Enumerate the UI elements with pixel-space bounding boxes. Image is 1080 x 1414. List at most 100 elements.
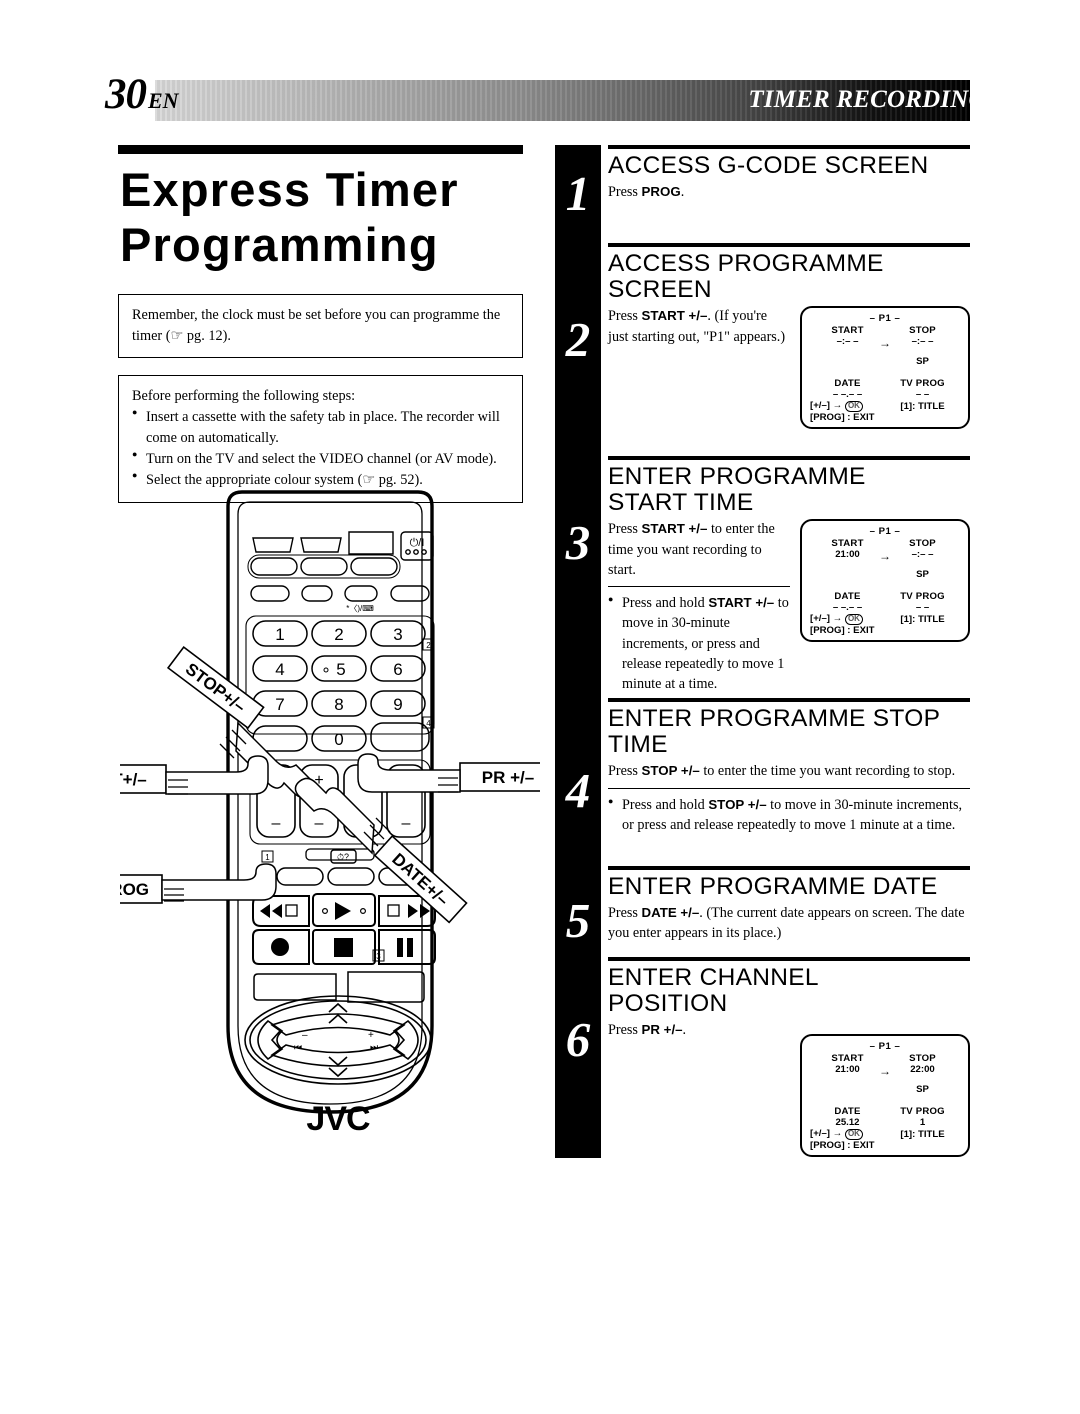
step-body-pre: Press	[608, 1022, 642, 1039]
page-title: Express Timer Programming	[120, 163, 459, 271]
marker-1: 1	[265, 853, 270, 862]
section-title: TIMER RECORDING (cont.)	[748, 86, 1062, 113]
keypad-key-6[interactable]: 6	[393, 660, 402, 679]
step-3: 3 ENTER PROGRAMME START TIME Press START…	[566, 456, 970, 694]
start-value: 21:00	[835, 549, 860, 561]
stop-icon	[334, 938, 353, 957]
tvprog-label: TV PROG	[900, 1106, 945, 1118]
play-icon	[335, 902, 351, 920]
speed-value: SP	[916, 356, 929, 368]
wide-button-row	[253, 971, 425, 1003]
step-body-key: DATE +/–	[641, 905, 700, 921]
keypad-key-7[interactable]: 7	[275, 695, 284, 714]
marker-2: 2	[426, 641, 431, 650]
hint-exit: [PROG] : EXIT	[810, 625, 875, 637]
hint-left: [+/–] →	[810, 613, 843, 625]
step-6: 6 ENTER CHANNEL POSITION Press PR +/–. –…	[566, 957, 970, 1158]
stop-value: 22:00	[910, 1064, 935, 1076]
step-heading: ENTER PROGRAMME DATE	[608, 873, 938, 901]
step-rule	[608, 866, 970, 871]
callout-label-date: DATE+/–	[388, 849, 452, 909]
arrow-icon: →	[879, 1064, 891, 1079]
remote-top-keys	[252, 531, 434, 561]
svg-text:+: +	[368, 1030, 374, 1041]
ok-badge: OK	[844, 614, 863, 626]
remote-second-row	[247, 554, 401, 579]
page-number-value: 30	[105, 71, 147, 118]
keypad-key-0[interactable]: 0	[334, 730, 343, 749]
callout-prog: PROG	[85, 863, 277, 904]
callout-label-pr: PR +/–	[482, 768, 534, 787]
hint-right: [1]: TITLE	[900, 401, 945, 413]
step-body-post: .	[682, 1022, 687, 1039]
stop-value: –:– –	[911, 549, 934, 561]
page-header: 30EN TIMER RECORDING (cont.)	[0, 0, 1080, 140]
step-number: 1	[565, 166, 591, 221]
svg-text:–: –	[272, 815, 281, 832]
step-heading: ACCESS G-CODE SCREEN	[608, 152, 929, 179]
tvprog-label: TV PROG	[900, 591, 945, 603]
language-code: EN	[148, 88, 179, 113]
step-body-key: PR +/–	[641, 1022, 683, 1038]
step-body: Press PR +/–.	[608, 1020, 790, 1040]
tvprog-value: 1	[919, 1117, 926, 1129]
step-body-pre: Press	[608, 905, 642, 922]
step-number: 3	[565, 515, 591, 570]
step-5: 5 ENTER PROGRAMME DATE Press DATE +/–. (…	[566, 866, 970, 951]
fast-forward-icon	[408, 904, 430, 918]
step-heading: ENTER CHANNEL POSITION	[608, 964, 819, 1018]
prerequisites-intro: Before performing the following steps:	[132, 388, 356, 405]
date-value: – –.– –	[832, 602, 863, 614]
svg-text:⏭: ⏭	[370, 1042, 378, 1052]
step-body: Press STOP +/– to enter the time you wan…	[608, 761, 970, 781]
step-body-post: to enter the time you want recording to …	[699, 763, 956, 780]
keypad-key-5[interactable]: 5	[336, 660, 345, 679]
bullet-pre: Press and hold	[622, 595, 709, 612]
step-body-key: START +/–	[641, 521, 708, 537]
speed-value: SP	[916, 569, 929, 581]
stop-label: STOP	[909, 538, 936, 550]
clock-question-glyph: ⏱?	[337, 852, 349, 862]
step-rule	[608, 145, 970, 149]
hint-left: [+/–] →	[810, 400, 843, 412]
keypad-key-8[interactable]: 8	[334, 695, 343, 714]
ok-badge: OK	[844, 1129, 863, 1141]
hint-exit: [PROG] : EXIT	[810, 412, 875, 424]
list-item: Turn on the TV and select the VIDEO chan…	[132, 448, 510, 470]
step-body-pre: Press	[608, 308, 642, 325]
step-number: 2	[565, 312, 591, 367]
svg-text:–: –	[402, 815, 411, 832]
keypad-key-3[interactable]: 3	[393, 625, 402, 644]
step-1: 1 ACCESS G-CODE SCREEN Press PROG.	[566, 145, 970, 237]
step-4: 4 ENTER PROGRAMME STOP TIME Press STOP +…	[566, 698, 970, 858]
date-label: DATE	[834, 378, 861, 390]
stop-label: STOP	[909, 325, 936, 337]
page-number: 30EN	[105, 73, 179, 116]
keypad-key-4[interactable]: 4	[275, 660, 284, 679]
keypad-key-1[interactable]: 1	[275, 625, 284, 644]
pause-icon	[397, 938, 403, 957]
date-value: 25.12	[835, 1117, 860, 1129]
step-body-pre: Press	[608, 763, 642, 780]
sub-rule	[608, 787, 970, 789]
start-label: START	[831, 538, 864, 550]
step-heading: ACCESS PROGRAMME SCREEN	[608, 250, 884, 304]
step-body-key: START +/–	[641, 308, 708, 324]
step-body: Press START +/– to enter the time you wa…	[608, 519, 790, 579]
keypad-key-9[interactable]: 9	[393, 695, 402, 714]
sub-rule	[608, 585, 790, 588]
step-rule	[608, 243, 970, 247]
hint-right: [1]: TITLE	[900, 614, 945, 626]
tv-screen-step3: – P1 – START STOP 21:00 → –:– – SP DATE …	[800, 519, 970, 643]
ok-badge: OK	[844, 401, 863, 413]
mute-icon: *〈)/⌨	[346, 604, 374, 613]
step-bullet: Press and hold STOP +/– to move in 30-mi…	[608, 795, 970, 835]
svg-text:–: –	[302, 1030, 308, 1041]
keypad-key-2[interactable]: 2	[334, 625, 343, 644]
svg-text:⏮: ⏮	[294, 1042, 302, 1052]
step-body-pre: Press	[608, 521, 642, 538]
clock-note-text: Remember, the clock must be set before y…	[132, 307, 501, 344]
step-rule	[608, 698, 970, 703]
date-value: – –.– –	[832, 389, 863, 401]
step-body: Press DATE +/–. (The current date appear…	[608, 903, 970, 943]
